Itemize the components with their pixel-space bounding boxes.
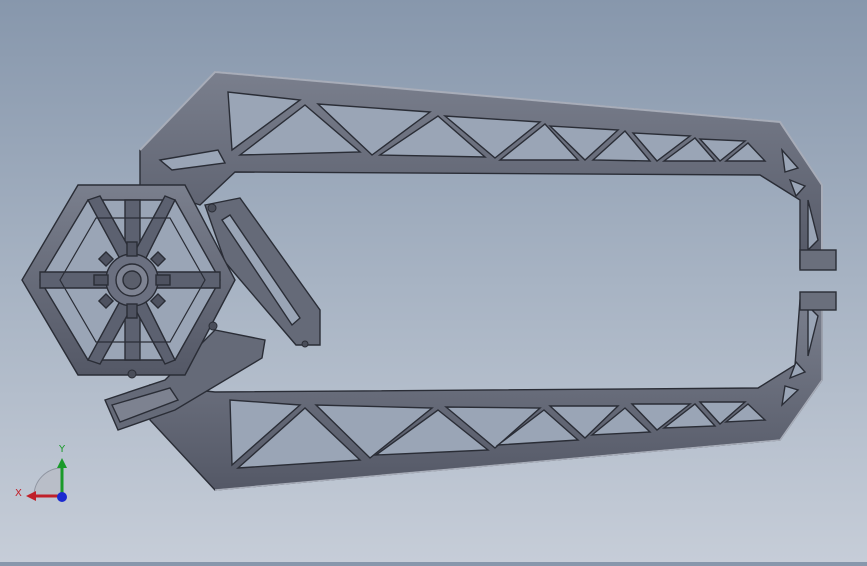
x-axis-label: X xyxy=(15,488,22,499)
lower-gripper-arm xyxy=(149,291,837,491)
y-axis-label: Y xyxy=(58,444,66,455)
cad-viewport[interactable]: Y X xyxy=(0,0,867,562)
triad-quadrant xyxy=(33,467,63,497)
z-axis-dot xyxy=(57,492,67,502)
gripper-model xyxy=(21,70,837,491)
reference-triad: Y X xyxy=(12,436,82,510)
